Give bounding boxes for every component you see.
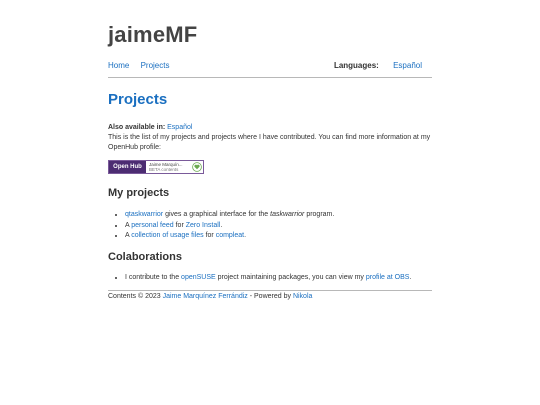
colaborations-heading: Colaborations [108,251,182,263]
also-available: Also available in: Español [108,123,432,133]
obs-profile-link[interactable]: profile at OBS [366,274,410,281]
footer-powered-by: - Powered by [247,293,293,300]
list-item-text: project maintaining packages, you can vi… [215,274,366,281]
footer-copyright: Contents © 2023 [108,293,163,300]
opensuse-link[interactable]: openSUSE [181,274,216,281]
openhub-badge-info: Jaime Marquín... BETA contents [146,161,191,173]
list-item-text: I contribute to the [125,274,182,281]
colaborations-list: I contribute to the openSUSE project mai… [108,273,432,283]
list-item-text: for [203,232,216,239]
list-item-text: for [173,221,186,229]
compleat-link[interactable]: compleat [216,232,244,239]
usage-files-link[interactable]: collection of usage files [131,232,203,239]
openhub-heart-icon [191,161,203,173]
nav-bar: Home Projects Languages: Español [108,61,432,73]
list-item: A collection of usage files for compleat… [125,231,432,242]
my-projects-heading: My projects [108,187,170,199]
list-item-text: program. [304,211,335,218]
site-title[interactable]: jaimeMF [108,22,197,48]
author-link[interactable]: Jaime Marquínez Ferrándiz [163,293,248,300]
list-item-text: . [244,232,247,239]
nav-links: Home Projects [108,61,178,70]
list-item-text: . [409,274,412,281]
also-available-label: Also available in: [108,124,166,131]
openhub-badge-subtitle: BETA contents [149,167,179,172]
header-divider [108,77,432,78]
nav-projects-link[interactable]: Projects [141,61,170,70]
list-item: qtaskwarrior gives a graphical interface… [125,210,432,221]
list-item: A personal feed for Zero Install. [125,221,432,232]
qtaskwarrior-link[interactable]: qtaskwarrior [125,211,163,218]
also-available-link[interactable]: Español [167,124,192,131]
zero-install-link[interactable]: Zero Install [186,222,221,229]
page-title[interactable]: Projects [108,91,167,108]
list-item-emphasis: taskwarrior [270,211,305,218]
nav-home-link[interactable]: Home [108,61,129,70]
list-item-text: . [220,221,223,229]
intro-text: This is the list of my projects and proj… [108,134,431,151]
openhub-badge[interactable]: Open Hub Jaime Marquín... BETA contents [108,160,204,174]
personal-feed-link[interactable]: personal feed [131,222,173,229]
footer-divider [108,290,432,291]
languages-label: Languages: [333,61,379,70]
language-link-espanol[interactable]: Español [393,61,422,70]
language-switcher: Languages: Español [334,61,422,70]
list-item-text: gives a graphical interface for the [163,211,271,218]
openhub-logo: Open Hub [109,161,146,173]
nikola-link[interactable]: Nikola [293,293,312,300]
list-item: I contribute to the openSUSE project mai… [125,273,432,283]
footer: Contents © 2023 Jaime Marquínez Ferrándi… [108,292,432,302]
projects-list: qtaskwarrior gives a graphical interface… [108,210,432,242]
